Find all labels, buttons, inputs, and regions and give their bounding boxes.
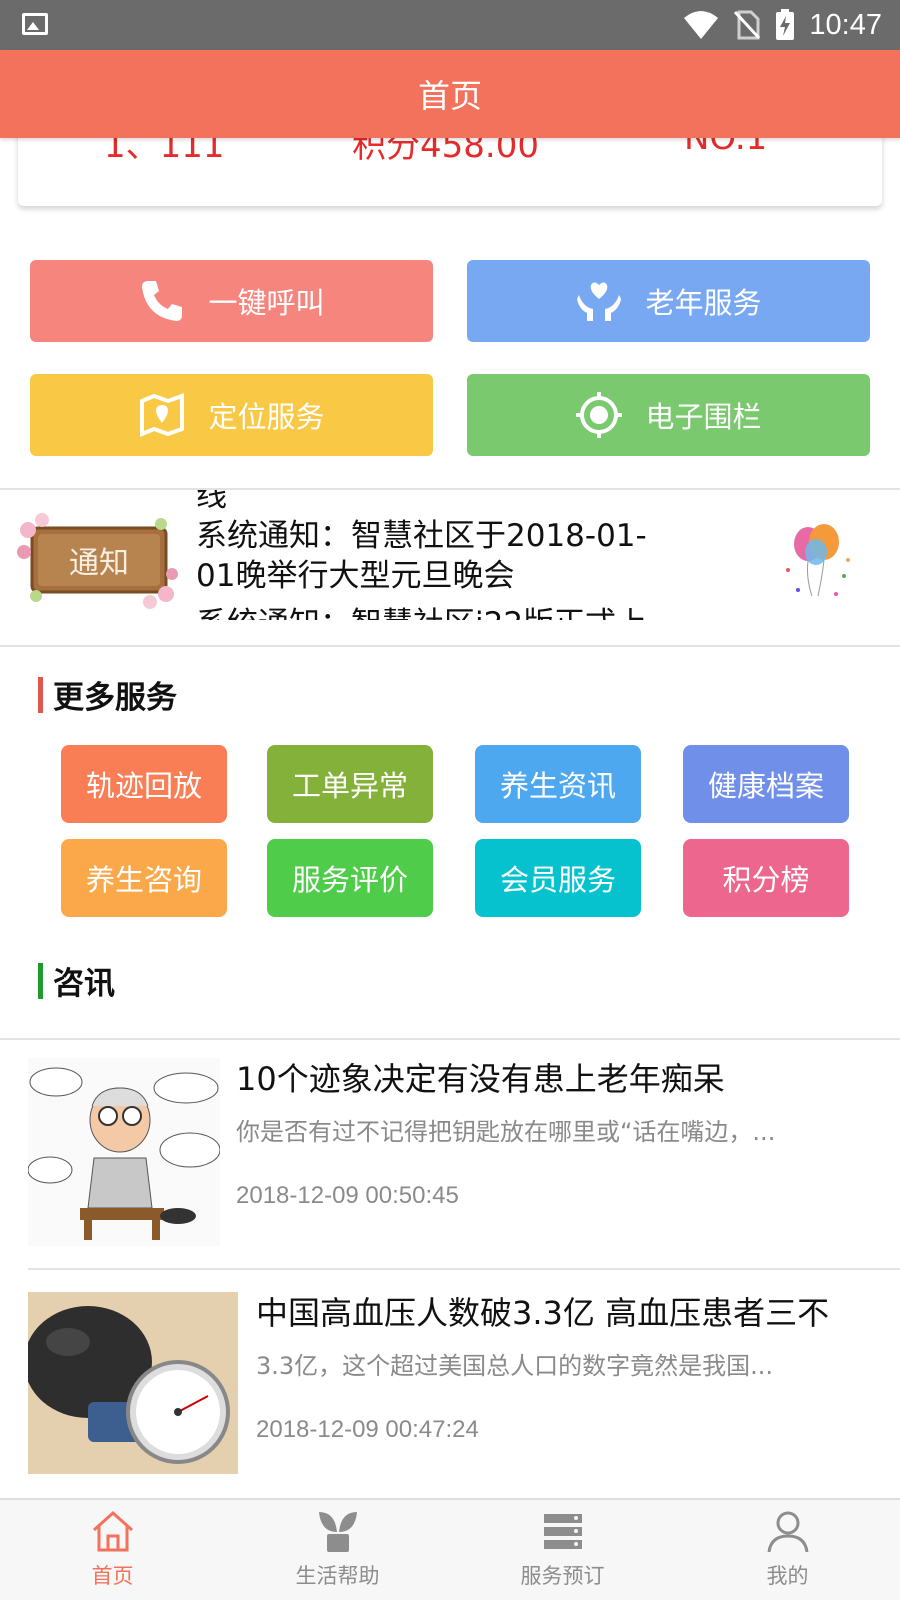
nav-profile[interactable]: 我的: [675, 1500, 900, 1600]
location-service-button[interactable]: 定位服务: [30, 374, 433, 456]
service-rating-button[interactable]: 服务评价: [267, 839, 433, 917]
care-heart-icon: [577, 282, 622, 321]
news-heading: 咨讯: [38, 958, 115, 1003]
news-item-title: 10个迹象决定有没有患上老年痴呆: [236, 1060, 725, 1098]
news-item[interactable]: 10个迹象决定有没有患上老年痴呆 你是否有过不记得把钥匙放在哪里或“话在嘴边，.…: [28, 1058, 900, 1258]
news-item-time: 2018-12-09 00:47:24: [256, 1416, 479, 1443]
more-services-heading: 更多服务: [38, 672, 177, 717]
news-item-time: 2018-12-09 00:50:45: [236, 1182, 459, 1209]
nav-home[interactable]: 首页: [0, 1500, 225, 1600]
notice-line: 01晚举行大型元旦晚会: [196, 558, 515, 594]
news-thumbnail-elderly: [28, 1058, 220, 1246]
one-key-call-button[interactable]: 一键呼叫: [30, 260, 433, 342]
notice-line: 系统通知：智慧社区i22版正式上: [196, 604, 756, 620]
target-icon: [576, 392, 623, 438]
nav-service-booking[interactable]: 服务预订: [450, 1500, 675, 1600]
person-icon: [767, 1511, 808, 1553]
divider: [28, 1268, 900, 1270]
health-records-button[interactable]: 健康档案: [683, 745, 849, 823]
map-icon: [140, 393, 185, 437]
elderly-service-button[interactable]: 老年服务: [467, 260, 870, 342]
news-thumbnail-blood-pressure: [28, 1292, 238, 1474]
news-item-summary: 你是否有过不记得把钥匙放在哪里或“话在嘴边，...: [236, 1118, 776, 1146]
notice-badge-text: 通知: [69, 546, 129, 581]
notice-marquee[interactable]: 通知 线 系统通知：智慧社区于2018-01- 01晚举行大型元旦晚会 系统通知…: [0, 490, 900, 644]
divider: [0, 1038, 900, 1040]
section-accent-bar: [38, 676, 43, 713]
app-bar: 首页: [0, 50, 900, 138]
plant-icon: [318, 1512, 357, 1552]
battery-charging-icon: [776, 9, 795, 40]
divider: [0, 645, 900, 647]
health-consult-button[interactable]: 养生咨询: [61, 839, 227, 917]
server-stack-icon: [543, 1514, 582, 1549]
status-time: 10:47: [809, 8, 882, 41]
one-key-call-label: 一键呼叫: [208, 286, 325, 320]
wifi-icon: [684, 11, 719, 39]
bottom-navigation: 首页 生活帮助 服务预订 我的: [0, 1498, 900, 1600]
home-icon: [92, 1510, 133, 1552]
points-leaderboard-button[interactable]: 积分榜: [683, 839, 849, 917]
nav-life-help[interactable]: 生活帮助: [225, 1500, 450, 1600]
news-item-title: 中国高血压人数破3.3亿 高血压患者三不: [256, 1294, 830, 1332]
track-playback-button[interactable]: 轨迹回放: [61, 745, 227, 823]
location-service-label: 定位服务: [208, 400, 325, 434]
nav-home-label: 首页: [91, 1564, 134, 1588]
more-services-title: 更多服务: [53, 680, 177, 716]
nav-life-help-label: 生活帮助: [295, 1564, 380, 1588]
section-accent-bar: [38, 962, 43, 999]
notice-board-image: 通知: [16, 510, 180, 610]
news-title: 咨讯: [53, 966, 115, 1002]
status-bar: 10:47: [0, 0, 900, 50]
gallery-notification-icon: [22, 13, 48, 35]
news-item-summary: 3.3亿，这个超过美国总人口的数字竟然是我国...: [256, 1352, 774, 1380]
work-order-exception-button[interactable]: 工单异常: [267, 745, 433, 823]
no-sim-icon: [734, 10, 761, 40]
nav-service-booking-label: 服务预订: [520, 1564, 605, 1588]
phone-icon: [142, 281, 183, 321]
elderly-service-label: 老年服务: [645, 286, 762, 320]
notice-line: 线: [196, 490, 227, 514]
nav-profile-label: 我的: [766, 1564, 809, 1588]
news-item[interactable]: 中国高血压人数破3.3亿 高血压患者三不 3.3亿，这个超过美国总人口的数字竟然…: [28, 1292, 900, 1474]
notice-line: 系统通知：智慧社区于2018-01-: [196, 518, 647, 554]
balloons-icon: [786, 524, 850, 597]
notice-text: 线 系统通知：智慧社区于2018-01- 01晚举行大型元旦晚会 系统通知：智慧…: [196, 490, 756, 620]
page-title: 首页: [417, 77, 482, 115]
electronic-fence-label: 电子围栏: [645, 400, 762, 434]
health-news-button[interactable]: 养生资讯: [475, 745, 641, 823]
electronic-fence-button[interactable]: 电子围栏: [467, 374, 870, 456]
member-service-button[interactable]: 会员服务: [475, 839, 641, 917]
